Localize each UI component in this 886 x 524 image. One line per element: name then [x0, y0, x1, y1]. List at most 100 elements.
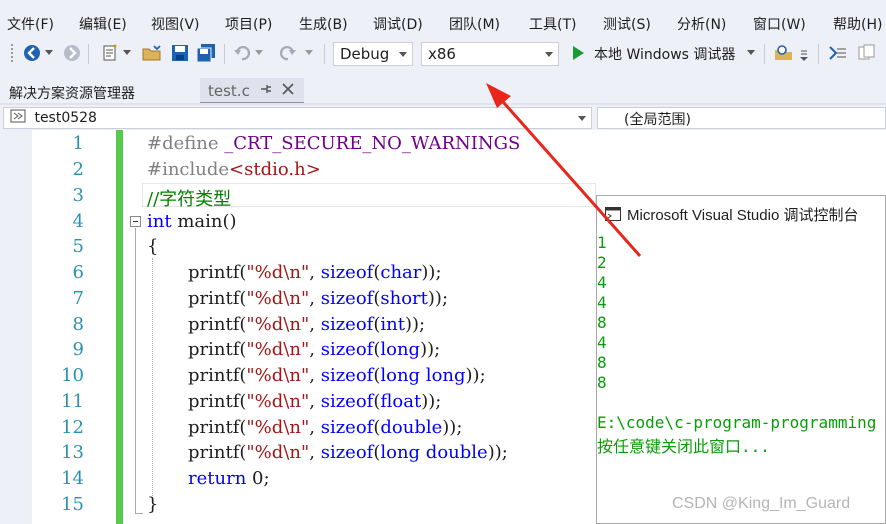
project-name: test0528: [34, 110, 97, 126]
console-titlebar[interactable]: Microsoft Visual Studio 调试控制台: [597, 196, 885, 232]
code-token: ,: [309, 339, 321, 360]
solution-config-dropdown[interactable]: Debug: [333, 42, 413, 66]
console-output-line: 4: [597, 333, 607, 352]
code-token: "%d\n": [246, 442, 310, 463]
toolbar-overflow-icon[interactable]: [798, 43, 810, 63]
back-dropdown-icon[interactable]: [44, 43, 54, 63]
close-icon[interactable]: [282, 83, 294, 99]
back-icon[interactable]: [22, 43, 42, 63]
console-output-line: 8: [597, 313, 607, 332]
code-token: "%d\n": [246, 262, 310, 283]
console-path-line: E:\code\c-program-programming: [597, 413, 877, 432]
collapse-toggle-icon[interactable]: [130, 216, 141, 227]
code-line: }: [147, 494, 159, 515]
document-tab-row: 解决方案资源管理器 test.c: [0, 76, 886, 105]
solution-explorer-title[interactable]: 解决方案资源管理器: [9, 83, 135, 103]
code-line: //字符类型: [147, 189, 232, 210]
solution-config-value: Debug: [340, 45, 390, 63]
start-debug-icon[interactable]: [568, 43, 588, 63]
menu-edit[interactable]: 编辑(E): [79, 14, 127, 34]
tab-divider: [0, 103, 886, 105]
code-line: #include<stdio.h>: [147, 159, 321, 180]
toolbar-separator: [224, 44, 225, 64]
code-token: long long: [380, 365, 466, 386]
code-token: "%d\n": [246, 365, 310, 386]
toolbar-separator: [88, 44, 89, 64]
code-line: printf("%d\n", sizeof(int));: [188, 314, 425, 335]
save-all-icon[interactable]: [196, 43, 216, 63]
code-line: printf("%d\n", sizeof(double));: [188, 417, 462, 438]
toolbar: Debug x86 本地 Windows 调试器: [0, 40, 886, 68]
code-token: sizeof: [320, 391, 374, 412]
line-number: 6: [72, 262, 84, 283]
forward-icon[interactable]: [62, 43, 82, 63]
menu-view[interactable]: 视图(V): [151, 14, 200, 34]
menu-tools[interactable]: 工具(T): [529, 14, 576, 34]
menu-help[interactable]: 帮助(H): [833, 14, 882, 34]
chevron-down-icon: [545, 52, 553, 57]
platform-dropdown[interactable]: x86: [421, 42, 559, 66]
line-number: 1: [72, 133, 84, 154]
code-token: ,: [309, 365, 321, 386]
navigation-bar: test0528 (全局范围): [0, 106, 886, 130]
step-over-icon[interactable]: [856, 43, 876, 63]
editor-margin: [0, 130, 32, 524]
redo-icon[interactable]: [278, 43, 298, 63]
line-number: 9: [72, 339, 84, 360]
save-icon[interactable]: [170, 43, 190, 63]
open-folder-icon[interactable]: [142, 43, 162, 63]
outline-line: [135, 228, 136, 514]
code-line: printf("%d\n", sizeof(char));: [188, 262, 442, 283]
code-token: char: [380, 262, 422, 283]
code-token: return: [188, 468, 247, 489]
find-in-files-icon[interactable]: [774, 43, 794, 63]
outline-end: [135, 513, 143, 514]
console-app-icon: [605, 207, 621, 221]
menu-file[interactable]: 文件(F): [7, 14, 54, 34]
menu-project[interactable]: 项目(P): [225, 14, 272, 34]
redo-dropdown-icon[interactable]: [304, 43, 314, 63]
menu-test[interactable]: 测试(S): [603, 14, 651, 34]
menu-team[interactable]: 团队(M): [449, 14, 500, 34]
menu-analyze[interactable]: 分析(N): [677, 14, 726, 34]
undo-icon[interactable]: [232, 43, 252, 63]
line-number: 8: [72, 314, 84, 335]
new-dropdown-icon[interactable]: [122, 43, 132, 63]
code-token: printf(: [188, 365, 247, 386]
toolbar-grip-icon: [10, 43, 16, 63]
menu-window[interactable]: 窗口(W): [753, 14, 806, 34]
code-token: ,: [309, 288, 321, 309]
tab-test-c[interactable]: test.c: [200, 78, 304, 104]
console-output-line: 4: [597, 293, 607, 312]
project-combo[interactable]: test0528: [3, 107, 592, 129]
undo-dropdown-icon[interactable]: [254, 43, 264, 63]
code-token: );: [494, 442, 508, 463]
start-debug-button[interactable]: 本地 Windows 调试器: [594, 44, 735, 64]
step-into-icon[interactable]: [828, 43, 848, 63]
code-token: printf(: [188, 339, 247, 360]
menu-build[interactable]: 生成(B): [299, 14, 348, 34]
line-number: 4: [72, 211, 84, 232]
new-project-icon[interactable]: [100, 43, 120, 63]
debugger-dropdown-icon[interactable]: [746, 43, 756, 63]
code-token: ): [404, 314, 412, 335]
code-token: long: [380, 339, 421, 360]
pin-icon[interactable]: [260, 82, 272, 100]
code-token: );: [412, 314, 426, 335]
code-token: sizeof: [320, 339, 374, 360]
code-token: int: [147, 211, 172, 232]
debug-console-window[interactable]: Microsoft Visual Studio 调试控制台 1 2 4 4 8 …: [596, 195, 886, 524]
code-token: short: [380, 288, 428, 309]
code-line: printf("%d\n", sizeof(long double));: [188, 442, 508, 463]
menu-debug[interactable]: 调试(D): [373, 14, 423, 34]
code-token: sizeof: [320, 288, 374, 309]
line-number: 13: [61, 442, 84, 463]
tab-label: test.c: [208, 82, 250, 100]
code-token: "%d\n": [246, 339, 310, 360]
code-token: ,: [309, 417, 321, 438]
code-token: ,: [309, 442, 321, 463]
scope-combo[interactable]: (全局范围): [597, 107, 886, 129]
code-token: "%d\n": [246, 417, 310, 438]
code-token: ,: [309, 262, 321, 283]
code-token: #include: [147, 159, 230, 180]
